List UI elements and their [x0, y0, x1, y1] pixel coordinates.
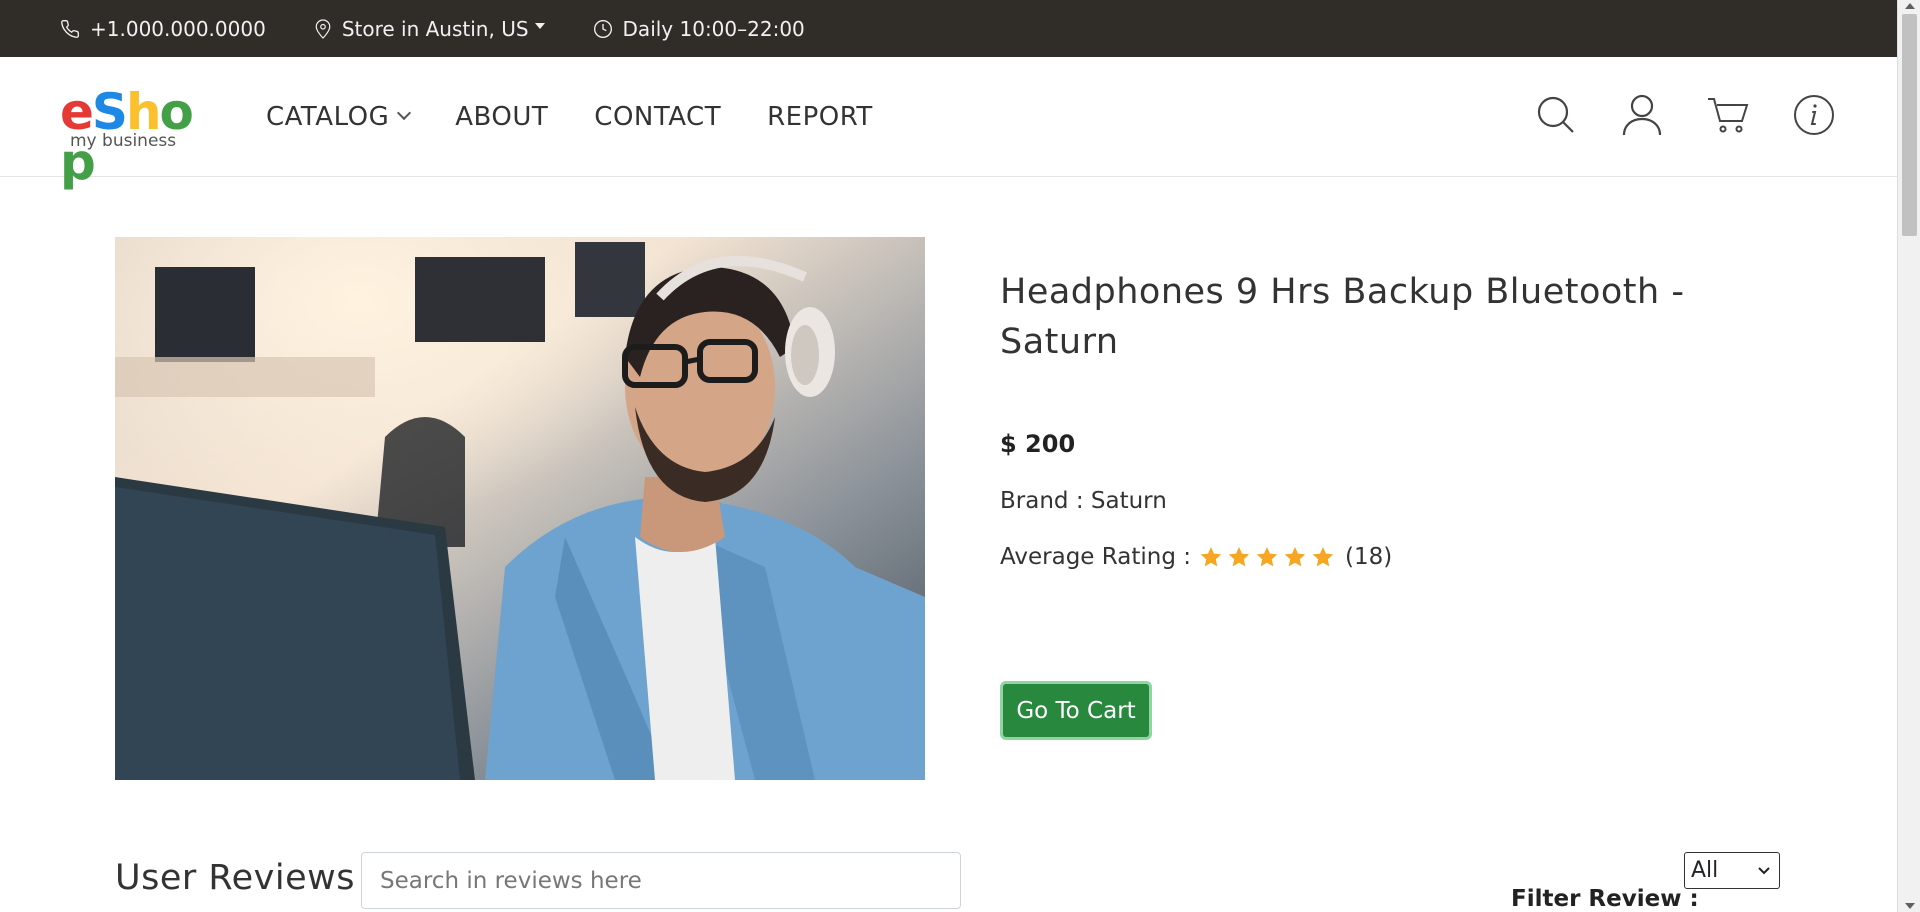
nav-report-label: REPORT	[767, 102, 873, 132]
nav-about[interactable]: ABOUT	[455, 102, 548, 132]
scroll-down-arrow-icon[interactable]	[1905, 903, 1915, 909]
star-icon	[1200, 547, 1222, 567]
search-icon	[1537, 96, 1574, 133]
star-icon	[1284, 547, 1306, 567]
star-icon	[1228, 547, 1250, 567]
filter-selected-value: All	[1691, 858, 1719, 883]
product-details: Headphones 9 Hrs Backup Bluetooth - Satu…	[1000, 267, 1700, 570]
hours-item: Daily 10:00–22:00	[593, 17, 805, 41]
star-icon	[1312, 547, 1334, 567]
logo-letter: S	[91, 83, 128, 141]
user-icon	[1622, 94, 1662, 136]
phone-item[interactable]: +1.000.000.0000	[60, 17, 266, 41]
account-button[interactable]	[1619, 92, 1665, 138]
logo-letter: o	[159, 83, 194, 141]
cart-button[interactable]	[1705, 92, 1751, 138]
go-to-cart-button[interactable]: Go To Cart	[1000, 681, 1152, 740]
rating-count: (18)	[1344, 544, 1393, 570]
main-header: eShop my business CATALOG ABOUT CONTACT …	[0, 57, 1897, 187]
cart-icon	[1708, 98, 1749, 133]
review-filter-select[interactable]: All	[1684, 852, 1780, 889]
nav-contact[interactable]: CONTACT	[594, 102, 721, 132]
nav-catalog[interactable]: CATALOG	[266, 102, 412, 132]
info-icon	[1794, 95, 1834, 135]
logo-letter: e	[60, 83, 94, 141]
phone-number: +1.000.000.0000	[90, 16, 266, 41]
chevron-down-icon	[1758, 866, 1770, 874]
logo-letter: h	[125, 83, 162, 141]
header-icons	[1493, 92, 1837, 138]
average-rating: Average Rating : (18)	[1000, 544, 1700, 570]
nav-about-label: ABOUT	[455, 102, 549, 132]
phone-icon	[61, 19, 80, 38]
scrollbar-thumb[interactable]	[1902, 14, 1917, 236]
user-reviews-heading: User Reviews	[115, 858, 356, 898]
product-brand: Brand : Saturn	[1000, 488, 1167, 514]
logo-tagline: my business	[70, 131, 177, 151]
location-pin-icon	[315, 18, 331, 39]
page-scrollbar[interactable]	[1897, 0, 1920, 912]
scroll-up-arrow-icon[interactable]	[1905, 3, 1915, 9]
filter-review-label: Filter Review :	[1511, 886, 1699, 912]
nav-report[interactable]: REPORT	[767, 102, 873, 132]
nav-contact-label: CONTACT	[594, 102, 722, 132]
hours-label: Daily 10:00–22:00	[622, 16, 805, 41]
clock-icon	[593, 19, 612, 38]
product-title: Headphones 9 Hrs Backup Bluetooth - Satu…	[1000, 272, 1685, 362]
main-nav: CATALOG ABOUT CONTACT REPORT	[266, 57, 919, 177]
eshop-logo[interactable]: eShop my business	[60, 83, 225, 187]
store-selector[interactable]: Store in Austin, US	[314, 17, 545, 41]
caret-down-icon	[534, 22, 545, 29]
rating-label: Average Rating :	[1000, 544, 1191, 570]
topbar: +1.000.000.0000 Store in Austin, US Dail…	[0, 0, 1897, 57]
chevron-down-icon	[397, 105, 412, 121]
search-button[interactable]	[1533, 92, 1579, 138]
review-search-input[interactable]	[361, 852, 961, 909]
product-photo	[115, 237, 925, 780]
store-label: Store in Austin, US	[341, 16, 529, 41]
info-button[interactable]	[1791, 92, 1837, 138]
nav-catalog-label: CATALOG	[266, 102, 390, 132]
product-price: $ 200	[1000, 430, 1076, 458]
star-icon	[1256, 547, 1278, 567]
product-image	[115, 237, 925, 780]
rating-stars	[1199, 545, 1339, 569]
